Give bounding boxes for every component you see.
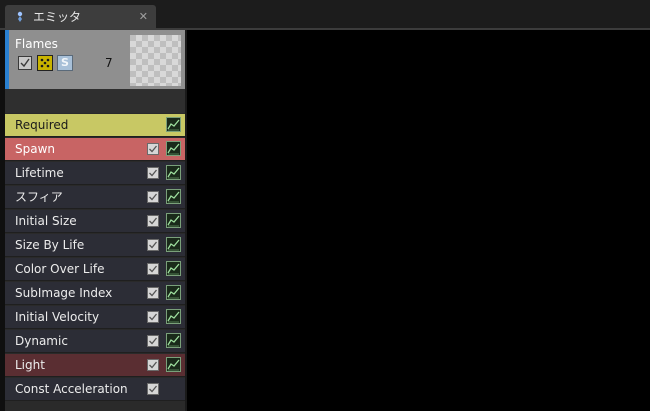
module-enable-checkbox[interactable] [147,239,159,251]
curve-editor-icon[interactable] [166,309,181,324]
header-spacer [5,89,185,113]
module-enable-checkbox[interactable] [147,287,159,299]
curve-editor-icon[interactable] [166,189,181,204]
module-enable-checkbox[interactable] [147,335,159,347]
module-enable-checkbox[interactable] [147,143,159,155]
particle-count: 7 [105,56,113,70]
module-enable-checkbox[interactable] [147,215,159,227]
module-row[interactable]: Spawn [5,138,185,161]
curve-editor-icon[interactable] [166,261,181,276]
module-row[interactable]: Const Acceleration [5,378,185,401]
module-row[interactable]: スフィア [5,186,185,209]
curve-editor-icon[interactable] [166,117,181,132]
module-row[interactable]: Size By Life [5,234,185,257]
curve-editor-icon[interactable] [166,165,181,180]
curve-editor-icon[interactable] [166,237,181,252]
emitter-icon [15,11,25,23]
module-row[interactable]: Required [5,114,185,137]
module-label: Spawn [15,142,56,156]
solo-button[interactable]: S [57,55,73,71]
module-enable-checkbox[interactable] [147,167,159,179]
module-row[interactable]: Light [5,354,185,377]
module-label: Color Over Life [15,262,105,276]
curve-editor-icon[interactable] [166,357,181,372]
module-label: Dynamic [15,334,68,348]
module-label: Const Acceleration [15,382,128,396]
module-enable-checkbox[interactable] [147,311,159,323]
curve-editor-icon[interactable] [166,213,181,228]
module-row[interactable]: Dynamic [5,330,185,353]
preview-viewport[interactable] [187,30,650,411]
curve-editor-icon[interactable] [166,285,181,300]
module-row[interactable]: SubImage Index [5,282,185,305]
curve-editor-icon[interactable] [166,141,181,156]
module-enable-checkbox[interactable] [147,359,159,371]
module-label: Initial Size [15,214,77,228]
module-label: スフィア [15,190,63,204]
module-enable-checkbox[interactable] [147,191,159,203]
module-row[interactable]: Initial Velocity [5,306,185,329]
tab-emitter[interactable]: エミッタ ✕ [5,5,156,29]
emitter-header[interactable]: Flames S 7 [5,30,185,89]
module-label: Initial Velocity [15,310,100,324]
curve-editor-icon[interactable] [166,333,181,348]
emitter-enable-checkbox[interactable] [18,56,32,70]
module-label: Lifetime [15,166,64,180]
module-label: Light [15,358,45,372]
emitter-name: Flames [15,37,58,51]
module-enable-checkbox[interactable] [147,383,159,395]
module-row[interactable]: Color Over Life [5,258,185,281]
module-row[interactable]: Initial Size [5,210,185,233]
module-label: Size By Life [15,238,85,252]
render-mode-dots-icon[interactable] [37,55,53,71]
emitter-selection-accent [5,30,9,89]
module-row[interactable]: Lifetime [5,162,185,185]
emitter-thumbnail [130,35,181,86]
module-label: Required [15,118,69,132]
module-enable-checkbox[interactable] [147,263,159,275]
module-label: SubImage Index [15,286,113,300]
tab-title: エミッタ [33,10,82,24]
close-icon[interactable]: ✕ [139,9,148,25]
